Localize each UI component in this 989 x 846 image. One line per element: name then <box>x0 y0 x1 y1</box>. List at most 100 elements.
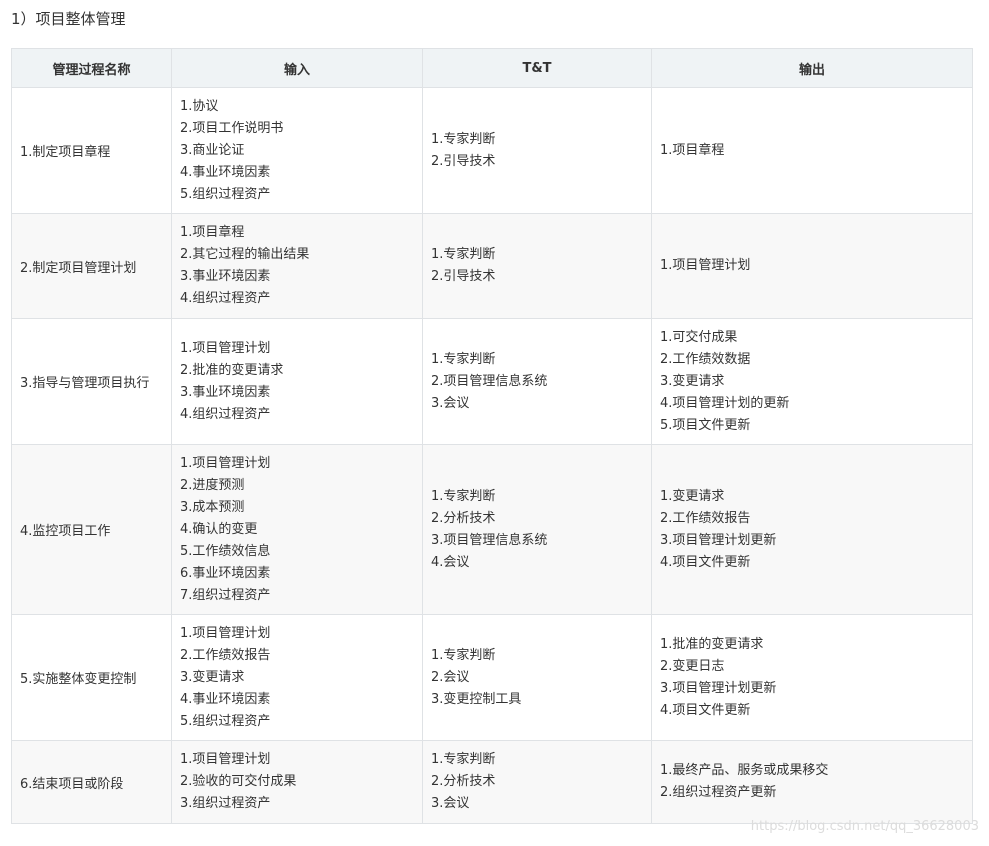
outputs-cell: 1.项目章程 <box>651 87 973 214</box>
tools-cell: 1.专家判断 2.项目管理信息系统 3.会议 <box>422 318 652 445</box>
header-outputs: 输出 <box>651 48 973 88</box>
cell-line-item: 4.会议 <box>431 554 470 570</box>
cell-line-item: 2.分析技术 <box>431 510 496 526</box>
cell-line-item: 2.工作绩效报告 <box>180 647 271 663</box>
cell-line-item: 3.会议 <box>431 796 470 811</box>
table-row: 6.结束项目或阶段 1.项目管理计划 2.验收的可交付成果 3.组织过程资产 1.专… <box>11 740 973 824</box>
cell-line-item: 6.事业环境因素 <box>180 565 271 581</box>
cell-line-item: 4.项目文件更新 <box>660 554 751 570</box>
table-body: 1.制定项目章程 1.协议 2.项目工作说明书 3.商业论证 4.事业环境因素 5.组织… <box>11 87 973 824</box>
cell-line-item: 2.组织过程资产更新 <box>660 785 777 800</box>
outputs-cell: 1.最终产品、服务或成果移交 2.组织过程资产更新 <box>651 740 973 824</box>
cell-line-item: 1.批准的变更请求 <box>660 636 764 652</box>
cell-line-item: 2.引导技术 <box>431 153 496 169</box>
cell-line-item: 1.项目管理计划 <box>180 455 271 471</box>
cell-line-item: 3.项目管理信息系统 <box>431 532 548 548</box>
cell-line-item: 3.项目管理计划更新 <box>660 532 777 548</box>
cell-line-item: 1.协议 <box>180 98 219 114</box>
cell-line-item: 3.商业论证 <box>180 142 245 158</box>
cell-line-item: 3.变更控制工具 <box>431 691 522 707</box>
cell-line-item: 7.组织过程资产 <box>180 587 271 603</box>
table-header-row: 管理过程名称 输入 T&T 输出 <box>11 48 973 88</box>
cell-line-item: 3.会议 <box>431 395 470 411</box>
process-name-cell: 5.实施整体变更控制 <box>11 614 172 741</box>
inputs-cell: 1.项目管理计划 2.验收的可交付成果 3.组织过程资产 <box>171 740 423 824</box>
cell-line-item: 1.变更请求 <box>660 488 725 504</box>
outputs-cell: 1.可交付成果 2.工作绩效数据 3.变更请求 4.项目管理计划的更新 5.项目文件更新 <box>651 318 973 445</box>
tools-cell: 1.专家判断 2.会议 3.变更控制工具 <box>422 614 652 741</box>
table-row: 5.实施整体变更控制 1.项目管理计划 2.工作绩效报告 3.变更请求 4.事业环境因… <box>11 614 973 741</box>
cell-line-item: 4.项目文件更新 <box>660 702 751 718</box>
cell-line-item: 2.批准的变更请求 <box>180 362 284 378</box>
cell-line-item: 1.专家判断 <box>431 131 496 147</box>
process-name-cell: 4.监控项目工作 <box>11 444 172 615</box>
cell-line-item: 3.变更请求 <box>180 669 245 685</box>
process-name-cell: 1.制定项目章程 <box>11 87 172 214</box>
cell-line-item: 1.项目管理计划 <box>180 752 271 767</box>
cell-line-item: 3.事业环境因素 <box>180 269 271 284</box>
tools-cell: 1.专家判断 2.分析技术 3.会议 <box>422 740 652 824</box>
inputs-cell: 1.项目管理计划 2.工作绩效报告 3.变更请求 4.事业环境因素 5.组织过程资产 <box>171 614 423 741</box>
header-tools-techniques: T&T <box>422 48 652 88</box>
cell-line-item: 4.事业环境因素 <box>180 164 271 180</box>
cell-line-item: 4.事业环境因素 <box>180 691 271 707</box>
cell-line-item: 4.组织过程资产 <box>180 291 271 306</box>
cell-line-item: 2.变更日志 <box>660 658 725 674</box>
table-row: 2.制定项目管理计划 1.项目章程 2.其它过程的输出结果 3.事业环境因素 4.组织… <box>11 213 973 319</box>
cell-line-item: 5.项目文件更新 <box>660 417 751 433</box>
inputs-cell: 1.项目管理计划 2.批准的变更请求 3.事业环境因素 4.组织过程资产 <box>171 318 423 445</box>
cell-line-item: 3.项目管理计划更新 <box>660 680 777 696</box>
process-name-cell: 2.制定项目管理计划 <box>11 213 172 319</box>
cell-line-item: 1.项目章程 <box>660 142 725 158</box>
table-row: 3.指导与管理项目执行 1.项目管理计划 2.批准的变更请求 3.事业环境因素 4.组… <box>11 318 973 445</box>
cell-line-item: 5.组织过程资产 <box>180 186 271 202</box>
header-process-name: 管理过程名称 <box>11 48 172 88</box>
tools-cell: 1.专家判断 2.分析技术 3.项目管理信息系统 4.会议 <box>422 444 652 615</box>
cell-line-item: 1.项目管理计划 <box>660 258 751 273</box>
cell-line-item: 1.专家判断 <box>431 488 496 504</box>
cell-line-item: 1.专家判断 <box>431 247 496 262</box>
inputs-cell: 1.协议 2.项目工作说明书 3.商业论证 4.事业环境因素 5.组织过程资产 <box>171 87 423 214</box>
process-name-cell: 3.指导与管理项目执行 <box>11 318 172 445</box>
outputs-cell: 1.批准的变更请求 2.变更日志 3.项目管理计划更新 4.项目文件更新 <box>651 614 973 741</box>
cell-line-item: 1.可交付成果 <box>660 329 738 345</box>
process-name-cell: 6.结束项目或阶段 <box>11 740 172 824</box>
cell-line-item: 3.变更请求 <box>660 373 725 389</box>
header-inputs: 输入 <box>171 48 423 88</box>
cell-line-item: 2.项目管理信息系统 <box>431 373 548 389</box>
inputs-cell: 1.项目管理计划 2.进度预测 3.成本预测 4.确认的变更 5.工作绩效信息 6.事业环… <box>171 444 423 615</box>
cell-line-item: 1.项目管理计划 <box>180 625 271 641</box>
cell-line-item: 5.工作绩效信息 <box>180 543 271 559</box>
table-row: 1.制定项目章程 1.协议 2.项目工作说明书 3.商业论证 4.事业环境因素 5.组织… <box>11 87 973 214</box>
cell-line-item: 2.验收的可交付成果 <box>180 774 297 789</box>
cell-line-item: 2.进度预测 <box>180 477 245 493</box>
cell-line-item: 2.工作绩效数据 <box>660 351 751 367</box>
cell-line-item: 2.分析技术 <box>431 774 496 789</box>
cell-line-item: 1.项目章程 <box>180 225 245 240</box>
tools-cell: 1.专家判断 2.引导技术 <box>422 87 652 214</box>
inputs-cell: 1.项目章程 2.其它过程的输出结果 3.事业环境因素 4.组织过程资产 <box>171 213 423 319</box>
cell-line-item: 2.工作绩效报告 <box>660 510 751 526</box>
cell-line-item: 1.专家判断 <box>431 647 496 663</box>
cell-line-item: 3.组织过程资产 <box>180 796 271 811</box>
cell-line-item: 3.成本预测 <box>180 499 245 515</box>
cell-line-item: 1.项目管理计划 <box>180 340 271 356</box>
watermark: https://blog.csdn.net/qq_36628003 <box>750 819 979 834</box>
cell-line-item: 5.组织过程资产 <box>180 713 271 729</box>
cell-line-item: 1.专家判断 <box>431 752 496 767</box>
tools-cell: 1.专家判断 2.引导技术 <box>422 213 652 319</box>
process-table: 管理过程名称 输入 T&T 输出 1.制定项目章程 1.协议 2.项目工作说明书 3… <box>11 48 973 824</box>
cell-line-item: 4.项目管理计划的更新 <box>660 395 790 411</box>
table-row: 4.监控项目工作 1.项目管理计划 2.进度预测 3.成本预测 4.确认的变更 5.工作… <box>11 444 973 615</box>
cell-line-item: 2.引导技术 <box>431 269 496 284</box>
cell-line-item: 4.组织过程资产 <box>180 406 271 422</box>
cell-line-item: 3.事业环境因素 <box>180 384 271 400</box>
section-title: 1）项目整体管理 <box>11 10 126 28</box>
outputs-cell: 1.变更请求 2.工作绩效报告 3.项目管理计划更新 4.项目文件更新 <box>651 444 973 615</box>
outputs-cell: 1.项目管理计划 <box>651 213 973 319</box>
cell-line-item: 2.其它过程的输出结果 <box>180 247 310 262</box>
cell-line-item: 4.确认的变更 <box>180 521 258 537</box>
cell-line-item: 1.专家判断 <box>431 351 496 367</box>
cell-line-item: 1.最终产品、服务或成果移交 <box>660 763 829 778</box>
cell-line-item: 2.项目工作说明书 <box>180 120 284 136</box>
